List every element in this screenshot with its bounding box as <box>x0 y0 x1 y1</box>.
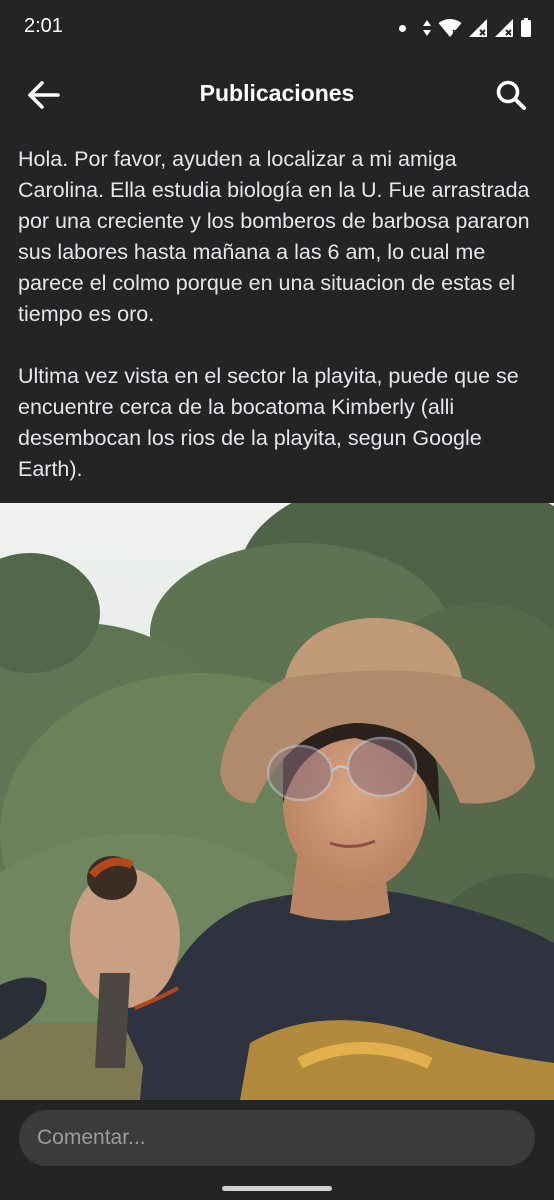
status-time: 2:01 <box>24 15 63 37</box>
woman-with-hat-holding-bird-photo <box>0 503 554 1100</box>
app-bar: Publicaciones <box>0 56 554 134</box>
search-button[interactable] <box>490 74 532 116</box>
comment-bar <box>0 1100 554 1200</box>
signal-icon <box>469 19 487 37</box>
notification-dot-icon <box>399 24 406 32</box>
svg-text:5: 5 <box>452 29 458 38</box>
search-icon <box>496 80 526 110</box>
status-icons: 5 <box>399 16 532 40</box>
post-photo[interactable] <box>0 503 554 1100</box>
battery-icon <box>521 18 531 37</box>
signal-icon <box>495 19 513 37</box>
post-paragraph: Ultima vez vista en el sector la playita… <box>18 364 519 481</box>
status-bar: 2:01 5 <box>0 0 554 56</box>
page-title: Publicaciones <box>199 80 355 106</box>
home-indicator[interactable] <box>222 1186 332 1191</box>
comment-input[interactable] <box>19 1110 535 1166</box>
post-paragraph: Hola. Por favor, ayuden a localizar a mi… <box>18 147 530 326</box>
post-text: Hola. Por favor, ayuden a localizar a mi… <box>18 144 540 516</box>
wifi-icon: 5 <box>438 19 462 38</box>
data-arrows-icon <box>423 20 431 36</box>
